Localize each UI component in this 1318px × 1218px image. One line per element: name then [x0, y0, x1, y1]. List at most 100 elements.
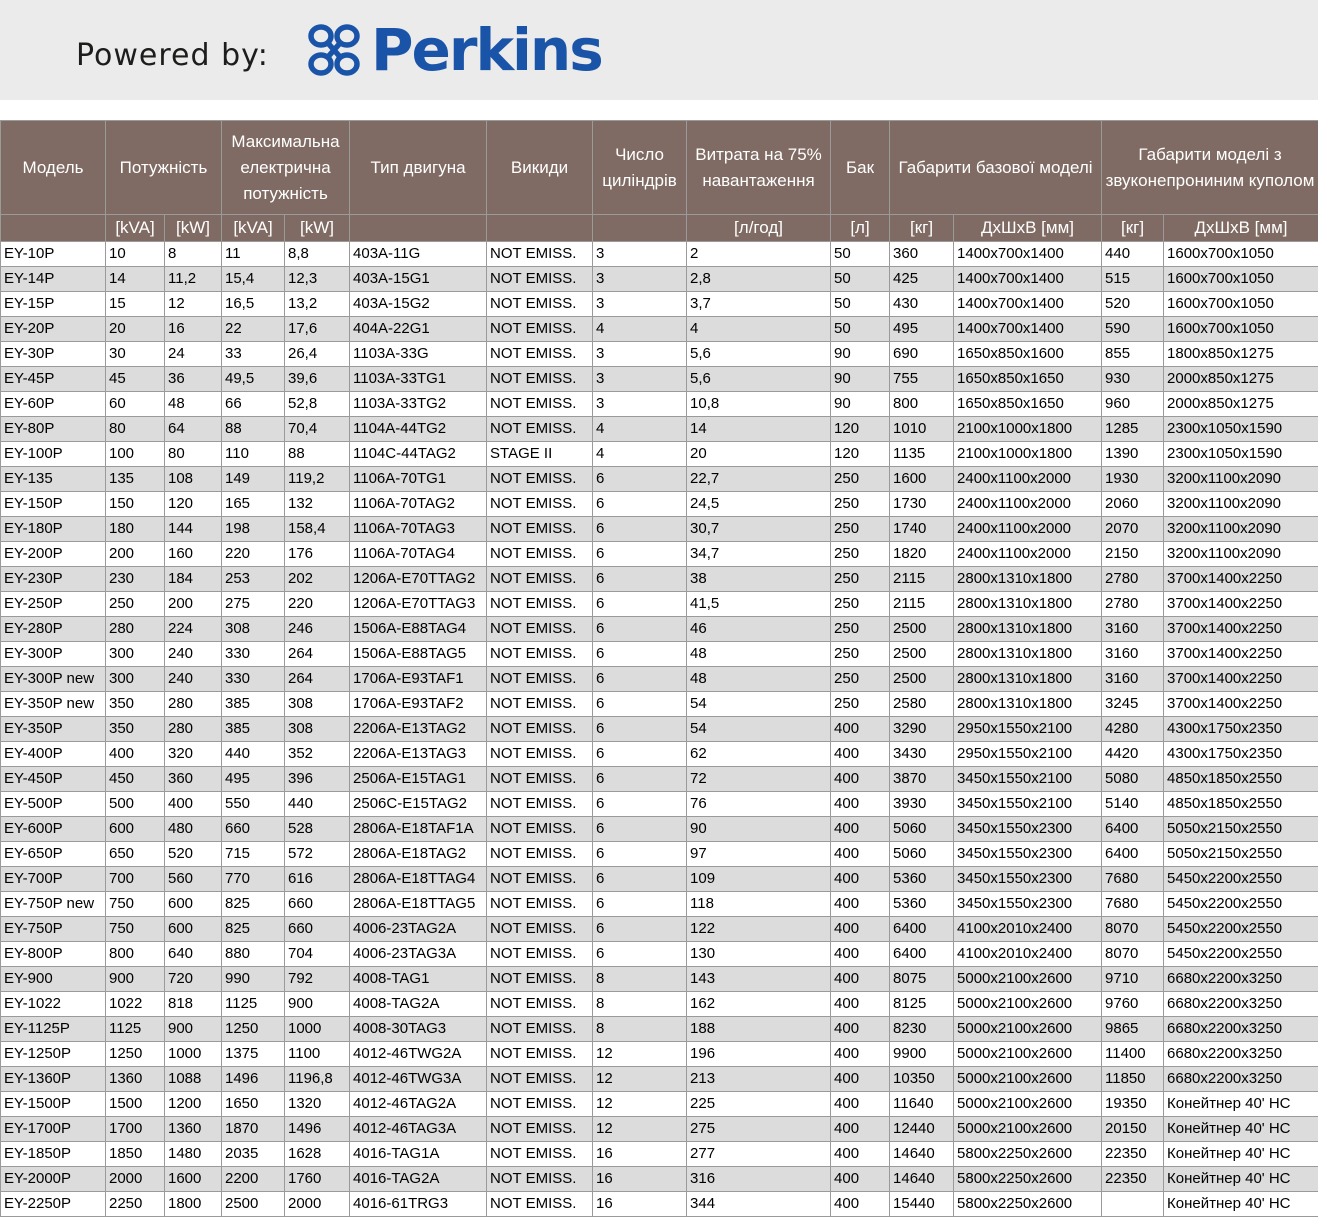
- cell-silent-weight: 520: [1101, 291, 1165, 317]
- cell-base-weight: 1010: [889, 416, 955, 442]
- cell-engine: 403A-15G2: [349, 291, 488, 317]
- cell-emissions: NOT EMISS.: [486, 366, 594, 392]
- cell-engine: 4006-23TAG2A: [349, 916, 488, 942]
- cell-max-kva: 253: [221, 566, 285, 592]
- cell-silent-dims: 4850x1850x2550: [1163, 791, 1318, 817]
- cell-emissions: NOT EMISS.: [486, 866, 594, 892]
- cell-cylinders: 8: [592, 991, 688, 1017]
- cell-model: EY-300P new: [0, 666, 106, 692]
- cell-emissions: NOT EMISS.: [486, 891, 594, 917]
- cell-emissions: NOT EMISS.: [486, 466, 594, 492]
- cell-base-weight: 3290: [889, 716, 955, 742]
- cell-max-kw: 246: [283, 616, 351, 642]
- cell-silent-dims: 6680x2200x3250: [1163, 991, 1318, 1017]
- cell-silent-dims: 1600x700x1050: [1163, 266, 1318, 292]
- cell-base-weight: 755: [889, 366, 955, 392]
- cell-consumption: 344: [686, 1191, 832, 1217]
- unit-kg-silent: [кг]: [1101, 214, 1165, 242]
- table-row: EY-250P 250 200 275 220 1206A-E70TTAG3 NOT EMI…: [0, 591, 1318, 617]
- table-row: EY-1022 1022 818 1125 900 4008-TAG2A NOT EMISS…: [0, 991, 1318, 1017]
- cell-silent-weight: 590: [1101, 316, 1165, 342]
- cell-model: EY-1022: [0, 991, 106, 1017]
- cell-cylinders: 12: [592, 1041, 688, 1067]
- col-cylinders: Число циліндрів: [592, 120, 688, 215]
- cell-emissions: NOT EMISS.: [486, 416, 594, 442]
- cell-power-kva: 1022: [105, 991, 165, 1017]
- cell-emissions: NOT EMISS.: [486, 1041, 594, 1067]
- cell-base-weight: 14640: [889, 1141, 955, 1167]
- cell-model: EY-750P new: [0, 891, 106, 917]
- cell-base-dims: 1400x700x1400: [953, 241, 1103, 267]
- cell-emissions: NOT EMISS.: [486, 516, 594, 542]
- cell-silent-dims: 2300x1050x1590: [1163, 441, 1318, 467]
- cell-model: EY-350P new: [0, 691, 106, 717]
- cell-max-kw: 202: [283, 566, 351, 592]
- cell-base-weight: 1730: [889, 491, 955, 517]
- cell-consumption: 275: [686, 1116, 832, 1142]
- perkins-logo: Perkins: [305, 20, 604, 80]
- cell-max-kva: 165: [221, 491, 285, 517]
- table-row: EY-600P 600 480 660 528 2806A-E18TAF1A NOT EMI…: [0, 816, 1318, 842]
- cell-emissions: NOT EMISS.: [486, 566, 594, 592]
- cell-base-weight: 2115: [889, 591, 955, 617]
- cell-silent-dims: 1600x700x1050: [1163, 316, 1318, 342]
- cell-engine: 4012-46TAG2A: [349, 1091, 488, 1117]
- cell-base-dims: 5000x2100x2600: [953, 1116, 1103, 1142]
- cell-max-kw: 220: [283, 591, 351, 617]
- cell-cylinders: 8: [592, 966, 688, 992]
- cell-silent-weight: 11400: [1101, 1041, 1165, 1067]
- cell-silent-dims: 2000x850x1275: [1163, 391, 1318, 417]
- cell-emissions: NOT EMISS.: [486, 666, 594, 692]
- cell-engine: 2806A-E18TAF1A: [349, 816, 488, 842]
- cell-consumption: 30,7: [686, 516, 832, 542]
- cell-silent-dims: Конейтнер 40' HC: [1163, 1191, 1318, 1217]
- cell-max-kw: 1628: [283, 1141, 351, 1167]
- cell-base-weight: 430: [889, 291, 955, 317]
- cell-base-weight: 5360: [889, 866, 955, 892]
- cell-base-dims: 5000x2100x2600: [953, 991, 1103, 1017]
- cell-power-kw: 160: [164, 541, 222, 567]
- table-row: EY-150P 150 120 165 132 1106A-70TAG2 NOT EMISS…: [0, 491, 1318, 517]
- cell-max-kw: 158,4: [283, 516, 351, 542]
- cell-silent-weight: [1101, 1191, 1165, 1217]
- table-row: EY-300P 300 240 330 264 1506A-E88TAG5 NOT EMIS…: [0, 641, 1318, 667]
- cell-silent-weight: 8070: [1101, 916, 1165, 942]
- cell-power-kva: 900: [105, 966, 165, 992]
- cell-max-kw: 1196,8: [283, 1066, 351, 1092]
- cell-max-kva: 275: [221, 591, 285, 617]
- cell-silent-weight: 1285: [1101, 416, 1165, 442]
- cell-power-kw: 24: [164, 341, 222, 367]
- cell-engine: 4016-TAG2A: [349, 1166, 488, 1192]
- cell-emissions: NOT EMISS.: [486, 641, 594, 667]
- cell-silent-weight: 2780: [1101, 591, 1165, 617]
- cell-max-kva: 33: [221, 341, 285, 367]
- cell-cylinders: 12: [592, 1091, 688, 1117]
- cell-consumption: 162: [686, 991, 832, 1017]
- cell-base-dims: 3450x1550x2100: [953, 791, 1103, 817]
- table-row: EY-300P new 300 240 330 264 1706A-E93TAF1 NOT …: [0, 666, 1318, 692]
- cell-silent-weight: 2780: [1101, 566, 1165, 592]
- cell-silent-weight: 9760: [1101, 991, 1165, 1017]
- cell-max-kw: 119,2: [283, 466, 351, 492]
- cell-silent-weight: 3160: [1101, 641, 1165, 667]
- cell-power-kva: 350: [105, 691, 165, 717]
- cell-model: EY-1125P: [0, 1016, 106, 1042]
- cell-power-kw: 1088: [164, 1066, 222, 1092]
- cell-emissions: NOT EMISS.: [486, 1091, 594, 1117]
- cell-silent-weight: 930: [1101, 366, 1165, 392]
- cell-power-kva: 80: [105, 416, 165, 442]
- cell-max-kva: 990: [221, 966, 285, 992]
- powered-by-label: Powered by:: [76, 38, 269, 73]
- cell-base-dims: 1400x700x1400: [953, 291, 1103, 317]
- cell-power-kw: 1480: [164, 1141, 222, 1167]
- cell-power-kva: 400: [105, 741, 165, 767]
- cell-emissions: NOT EMISS.: [486, 741, 594, 767]
- cell-base-dims: 1400x700x1400: [953, 266, 1103, 292]
- cell-model: EY-150P: [0, 491, 106, 517]
- table-row: EY-500P 500 400 550 440 2506C-E15TAG2 NOT EMIS…: [0, 791, 1318, 817]
- cell-max-kva: 16,5: [221, 291, 285, 317]
- cell-base-dims: 2800x1310x1800: [953, 641, 1103, 667]
- cell-emissions: NOT EMISS.: [486, 266, 594, 292]
- cell-emissions: NOT EMISS.: [486, 941, 594, 967]
- cell-silent-dims: 6680x2200x3250: [1163, 1041, 1318, 1067]
